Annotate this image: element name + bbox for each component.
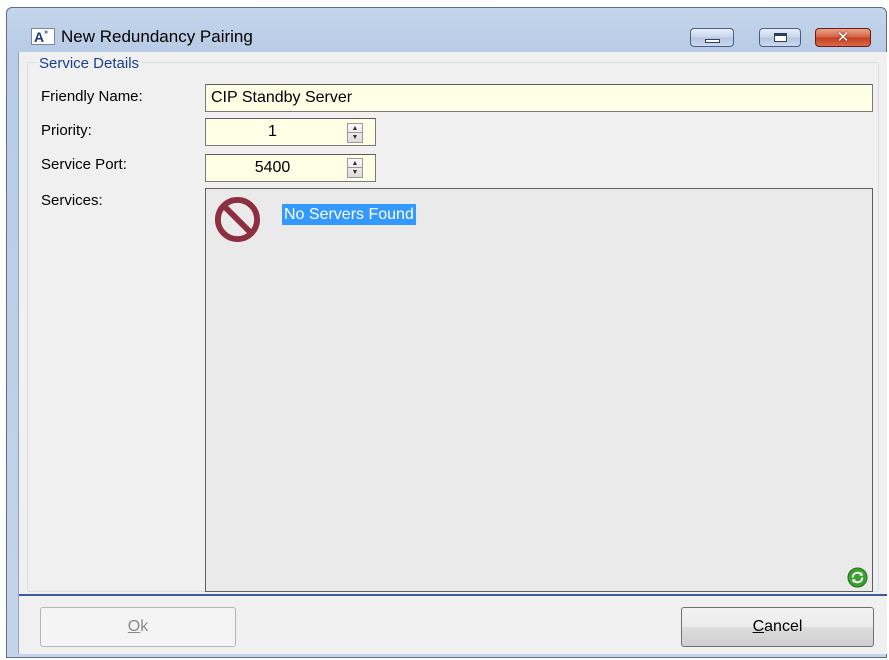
no-servers-message[interactable]: No Servers Found (282, 204, 416, 225)
maximize-icon (774, 33, 787, 42)
cancel-button[interactable]: Cancel (681, 607, 874, 647)
minimize-icon (705, 39, 720, 43)
services-list[interactable]: No Servers Found (205, 188, 873, 592)
maximize-button[interactable] (759, 28, 801, 47)
refresh-icon[interactable] (847, 567, 868, 588)
priority-down-arrow-icon[interactable]: ▼ (348, 133, 362, 142)
service-port-label: Service Port: (41, 156, 127, 173)
app-icon: A» (31, 28, 55, 45)
priority-label: Priority: (41, 122, 92, 139)
group-label: Service Details (36, 55, 143, 72)
minimize-button[interactable] (690, 28, 734, 47)
ok-button[interactable]: Ok (40, 607, 236, 647)
priority-up-arrow-icon[interactable]: ▲ (348, 124, 362, 133)
friendly-name-input[interactable] (205, 84, 873, 112)
friendly-name-label: Friendly Name: (41, 88, 143, 105)
service-port-down-arrow-icon[interactable]: ▼ (348, 168, 362, 177)
priority-stepper[interactable]: ▲ ▼ (347, 123, 363, 143)
dialog-body: Service Details Friendly Name: Priority:… (18, 52, 887, 654)
no-entry-icon (214, 196, 261, 243)
dialog-window: A» New Redundancy Pairing ✕ Service Deta… (6, 7, 887, 658)
service-port-stepper[interactable]: ▲ ▼ (347, 158, 363, 178)
close-icon: ✕ (836, 28, 850, 46)
services-label: Services: (41, 192, 103, 209)
service-port-up-arrow-icon[interactable]: ▲ (348, 159, 362, 168)
window-title: New Redundancy Pairing (61, 27, 253, 46)
title-bar[interactable]: A» New Redundancy Pairing ✕ (7, 8, 886, 48)
close-button[interactable]: ✕ (815, 28, 871, 47)
separator-line (19, 594, 887, 596)
